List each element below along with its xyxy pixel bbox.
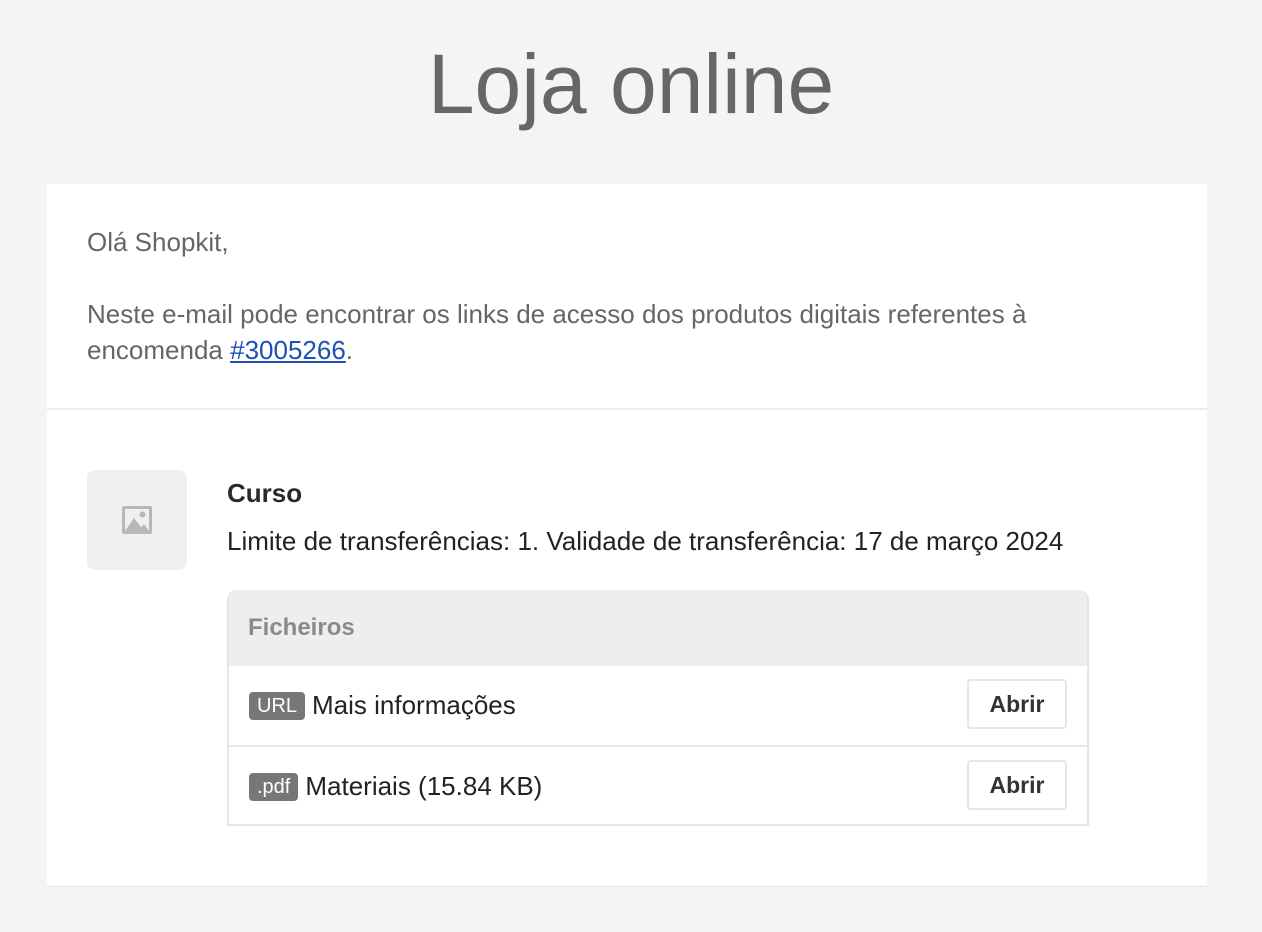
section-divider xyxy=(47,408,1207,410)
file-label: .pdf Materiais (15.84 KB) xyxy=(249,747,543,824)
product-name: Curso xyxy=(227,478,303,508)
store-title: Loja online xyxy=(427,37,835,131)
files-header: Ficheiros xyxy=(229,590,1087,666)
file-name: Mais informações xyxy=(312,690,516,720)
file-label: URL Mais informações xyxy=(249,666,516,745)
open-button[interactable]: Abrir xyxy=(967,760,1067,810)
intro-message-end: . xyxy=(345,335,354,365)
open-button[interactable]: Abrir xyxy=(967,679,1067,729)
file-name: Materiais (15.84 KB) xyxy=(305,771,543,801)
product-meta: Limite de transferências: 1. Validade de… xyxy=(227,526,1064,556)
product-thumbnail xyxy=(87,470,187,570)
file-row: URL Mais informações Abrir xyxy=(229,666,1087,745)
product-info: Curso Limite de transferências: 1. Valid… xyxy=(227,476,1167,558)
files-table: Ficheiros URL Mais informações Abrir .pd… xyxy=(227,590,1089,826)
email-card: Olá Shopkit, Neste e-mail pode encontrar… xyxy=(47,184,1207,886)
greeting: Olá Shopkit, xyxy=(87,227,229,257)
intro-section: Olá Shopkit, Neste e-mail pode encontrar… xyxy=(87,224,1147,368)
file-type-badge: URL xyxy=(249,691,306,720)
file-type-badge: .pdf xyxy=(249,772,299,801)
order-link[interactable]: #3005266 xyxy=(230,335,346,365)
image-placeholder-icon xyxy=(122,506,152,534)
intro-message-text: Neste e-mail pode encontrar os links de … xyxy=(87,299,1027,365)
files-list: URL Mais informações Abrir .pdf Materiai… xyxy=(229,666,1087,824)
intro-message: Neste e-mail pode encontrar os links de … xyxy=(87,296,1147,368)
file-row: .pdf Materiais (15.84 KB) Abrir xyxy=(229,745,1087,824)
